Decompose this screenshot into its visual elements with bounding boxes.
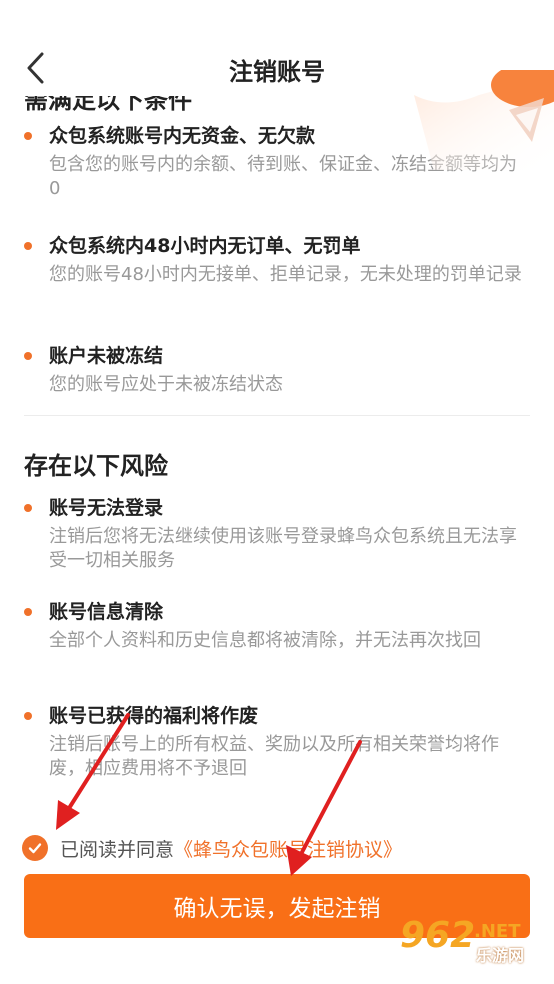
agreement-link[interactable]: 《蜂鸟众包账号注销协议》 [174,835,402,862]
agreement-row: 已阅读并同意 《蜂鸟众包账号注销协议》 [22,834,402,862]
watermark-number: 962 [400,915,476,956]
site-watermark: 962 .NET 乐游网 [400,916,548,970]
risk-title: 账号无法登录 [49,497,164,519]
condition-item: 账户未被冻结 您的账号应处于未被冻结状态 [24,341,534,397]
agreement-text: 已阅读并同意 [60,838,175,861]
condition-desc: 您的账号48小时内无接单、拒单记录，无未处理的罚单记录 [49,264,522,285]
page-content: 需满足以下条件 众包系统账号内无资金、无欠款 包含您的账号内的余额、待到账、保证… [0,0,554,984]
risk-desc: 注销后您将无法继续使用该账号登录蜂鸟众包系统且无法享受一切相关服务 [49,526,517,571]
condition-title: 众包系统账号内无资金、无欠款 [49,125,316,147]
condition-title: 众包系统内48小时内无订单、无罚单 [49,235,361,257]
section-divider [24,415,530,416]
bullet-dot [24,608,32,616]
risk-title: 账号已获得的福利将作废 [49,705,259,727]
risk-item: 账号无法登录 注销后您将无法继续使用该账号登录蜂鸟众包系统且无法享受一切相关服务 [24,493,534,573]
watermark-suffix: .NET [474,921,521,942]
risk-desc: 全部个人资料和历史信息都将被清除，并无法再次找回 [49,630,481,651]
nav-header: 注销账号 [0,0,554,96]
watermark-site: 乐游网 [476,946,525,965]
risk-item: 账号信息清除 全部个人资料和历史信息都将被清除，并无法再次找回 [24,597,534,653]
risk-item: 账号已获得的福利将作废 注销后账号上的所有权益、奖励以及所有相关荣誉均将作废，相… [24,701,534,781]
bullet-dot [24,504,32,512]
condition-desc: 您的账号应处于未被冻结状态 [49,374,283,395]
page-title: 注销账号 [229,58,325,86]
condition-item: 众包系统内48小时内无订单、无罚单 您的账号48小时内无接单、拒单记录，无未处理… [24,231,534,287]
bullet-dot [24,132,32,140]
bullet-dot [24,712,32,720]
risk-desc: 注销后账号上的所有权益、奖励以及所有相关荣誉均将作废，相应费用将不予退回 [49,734,499,779]
risk-title: 账号信息清除 [49,601,164,623]
condition-title: 账户未被冻结 [49,345,164,367]
risks-section-title: 存在以下风险 [24,452,168,480]
condition-item: 众包系统账号内无资金、无欠款 包含您的账号内的余额、待到账、保证金、冻结金额等均… [24,121,534,201]
condition-desc: 包含您的账号内的余额、待到账、保证金、冻结金额等均为0 [49,154,517,199]
bullet-dot [24,352,32,360]
agreement-checkbox[interactable] [22,835,48,861]
check-icon [28,843,42,854]
bullet-dot [24,242,32,250]
